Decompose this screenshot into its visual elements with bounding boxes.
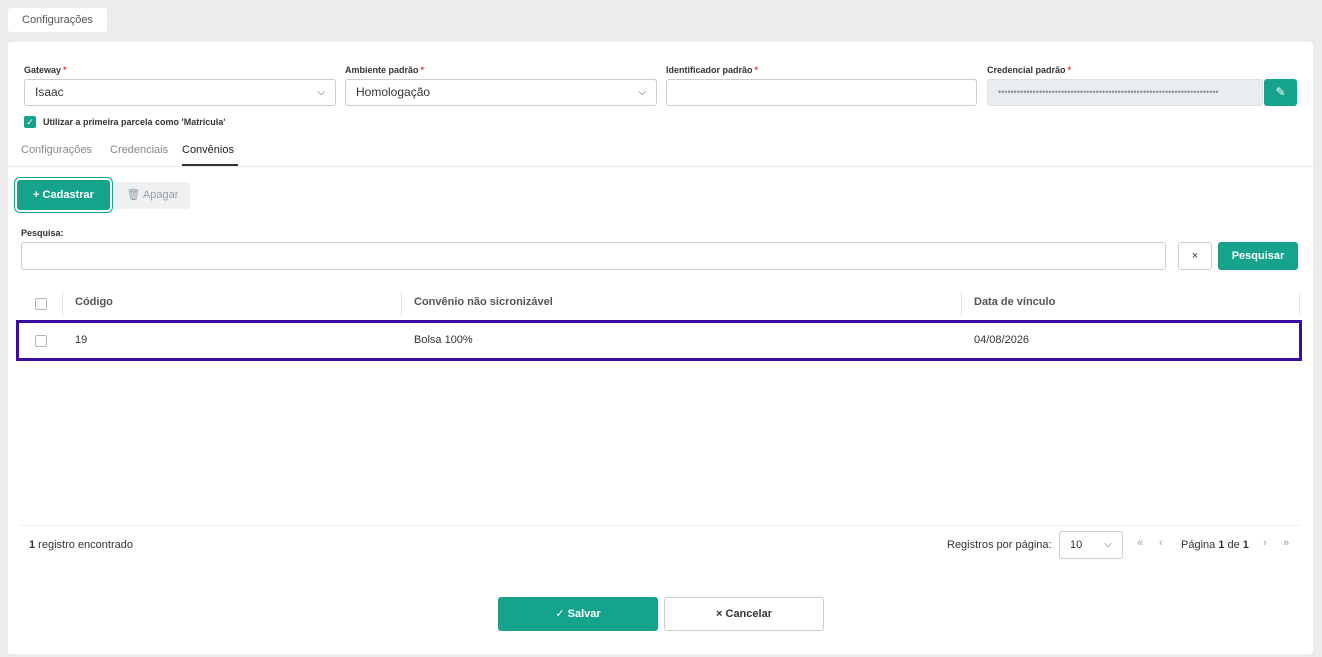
x-icon: × — [716, 608, 723, 620]
identificador-label: Identificador padrão * — [666, 65, 758, 75]
record-count: 1 registro encontrado — [29, 539, 133, 551]
credencial-label: Credencial padrão * — [987, 65, 1071, 75]
required-mark: * — [754, 65, 759, 75]
required-mark: * — [63, 65, 67, 75]
ambiente-value: Homologação — [356, 85, 431, 99]
trash-icon: 🗑︎ — [126, 189, 141, 201]
page-total: 1 — [1242, 539, 1249, 551]
per-page-label: Registros por página: — [947, 539, 1052, 551]
cell-codigo: 19 — [75, 334, 88, 346]
next-page-icon[interactable]: › — [1263, 537, 1267, 549]
tab-convenios[interactable]: Convênios — [182, 144, 234, 156]
page-prefix: Página — [1181, 539, 1219, 551]
first-page-icon[interactable]: « — [1137, 537, 1143, 549]
page-of: de — [1224, 539, 1243, 551]
cadastrar-button[interactable]: + Cadastrar — [17, 180, 110, 210]
divider — [8, 166, 1313, 167]
cell-convenio: Bolsa 100% — [414, 334, 473, 346]
search-label: Pesquisa: — [21, 228, 64, 238]
required-mark: * — [420, 65, 425, 75]
credencial-input: ••••••••••••••••••••••••••••••••••••••••… — [987, 79, 1263, 106]
cancel-button[interactable]: × Cancelar — [664, 597, 824, 631]
per-page-value: 10 — [1070, 539, 1083, 551]
chevron-down-icon: ⌵ — [317, 87, 325, 98]
apagar-label: Apagar — [142, 189, 179, 201]
gateway-label-text: Gateway — [24, 65, 62, 75]
header-codigo[interactable]: Código — [75, 296, 113, 308]
row-checkbox[interactable] — [35, 335, 47, 347]
identificador-label-text: Identificador padrão — [666, 65, 753, 75]
column-separator — [1299, 293, 1300, 315]
column-separator — [62, 293, 63, 315]
save-button[interactable]: ✓ Salvar — [498, 597, 658, 631]
column-separator — [401, 293, 402, 315]
select-all-checkbox[interactable] — [35, 298, 47, 310]
credencial-label-text: Credencial padrão — [987, 65, 1066, 75]
chevron-down-icon: ⌵ — [638, 87, 646, 98]
footer-divider — [21, 525, 1299, 526]
pencil-icon: ✎ — [1275, 85, 1286, 99]
last-page-icon[interactable]: » — [1283, 537, 1289, 549]
per-page-select[interactable]: 10 ⌵ — [1059, 531, 1123, 559]
tab-configuracoes[interactable]: Configurações — [21, 144, 92, 156]
gateway-label: Gateway * — [24, 65, 67, 75]
header-convenio[interactable]: Convênio não sicronizável — [414, 296, 553, 308]
prev-page-icon[interactable]: ‹ — [1159, 537, 1163, 549]
edit-credential-button[interactable]: ✎ — [1264, 79, 1297, 106]
save-label: Salvar — [567, 608, 601, 620]
apagar-button[interactable]: 🗑︎ Apagar — [115, 182, 190, 209]
gateway-value: Isaac — [35, 85, 64, 99]
check-icon: ✓ — [555, 608, 565, 620]
cell-data-vinculo: 04/08/2026 — [974, 334, 1030, 346]
clear-search-button[interactable]: × — [1178, 242, 1212, 270]
chevron-down-icon: ⌵ — [1104, 539, 1112, 550]
required-mark: * — [1067, 65, 1072, 75]
primeira-parcela-label: Utilizar a primeira parcela como 'Matríc… — [43, 117, 226, 127]
page-indicator: Página 1 de 1 — [1181, 539, 1249, 551]
credencial-value: ••••••••••••••••••••••••••••••••••••••••… — [998, 87, 1219, 97]
table-row[interactable] — [16, 320, 1302, 361]
ambiente-label-text: Ambiente padrão — [345, 65, 419, 75]
header-data-vinculo[interactable]: Data de vínculo — [974, 296, 1055, 308]
gateway-select[interactable]: Isaac ⌵ — [24, 79, 336, 106]
primeira-parcela-checkbox[interactable]: ✓ — [24, 116, 36, 128]
identificador-input[interactable] — [666, 79, 977, 106]
tab-configuracoes-top[interactable]: Configurações — [8, 8, 107, 32]
cancel-label: Cancelar — [725, 608, 772, 620]
column-separator — [961, 293, 962, 315]
pesquisar-button[interactable]: Pesquisar — [1218, 242, 1298, 270]
ambiente-select[interactable]: Homologação ⌵ — [345, 79, 657, 106]
search-input[interactable] — [21, 242, 1166, 270]
ambiente-label: Ambiente padrão * — [345, 65, 424, 75]
tab-credenciais[interactable]: Credenciais — [110, 144, 168, 156]
record-count-suffix: registro encontrado — [35, 539, 133, 551]
